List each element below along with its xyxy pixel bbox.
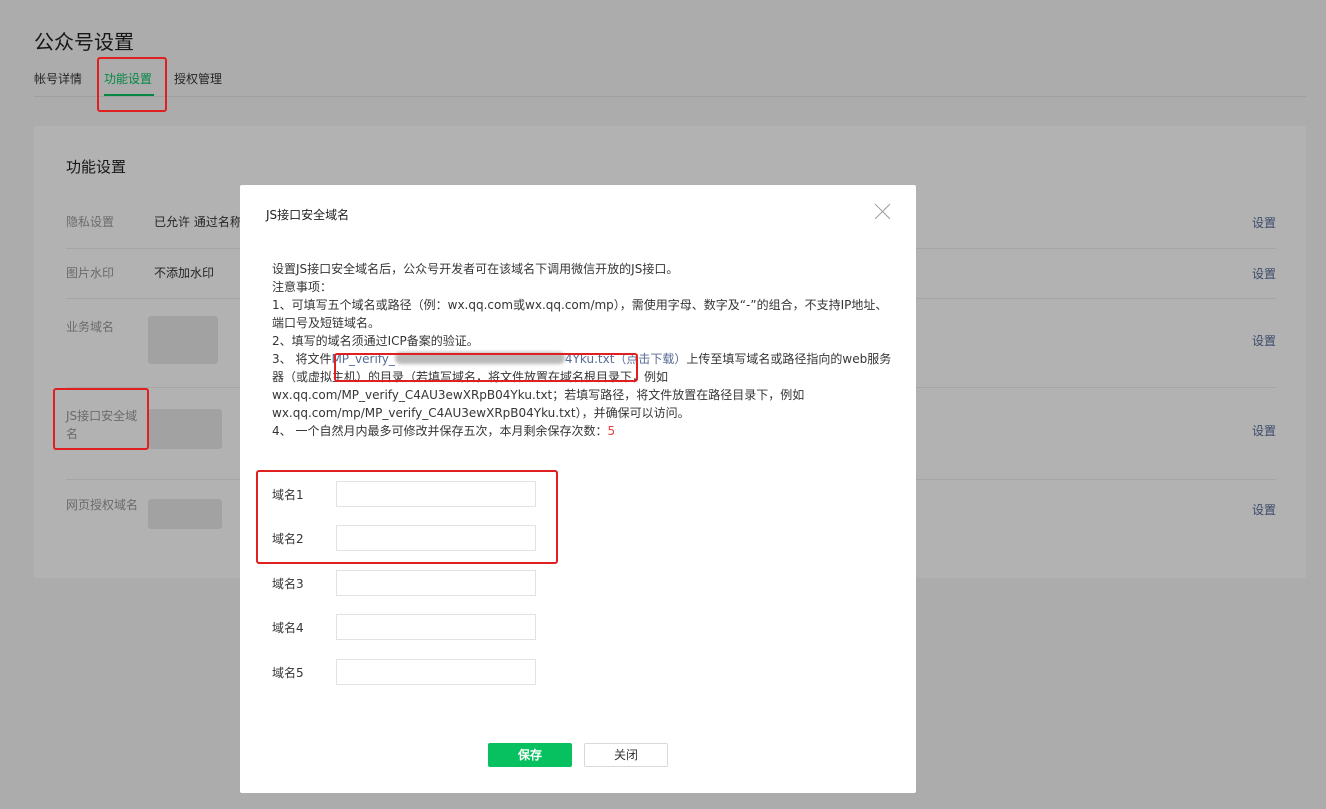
note-4: 4、 一个自然月内最多可修改并保存五次，本月剩余保存次数：5: [272, 422, 892, 440]
redacted-filename: [394, 352, 565, 364]
domain-label: 域名4: [272, 621, 304, 635]
domain-input-4[interactable]: [336, 614, 536, 640]
save-button[interactable]: 保存: [488, 743, 572, 767]
close-icon[interactable]: [874, 202, 892, 220]
domain-label: 域名5: [272, 666, 304, 680]
note-2: 2、填写的域名须通过ICP备案的验证。: [272, 334, 479, 348]
link-text-start: MP_verify_: [331, 352, 395, 366]
notes-label: 注意事项：: [272, 280, 333, 294]
note-3-prefix: 3、 将文件: [272, 352, 332, 366]
domain-row-2: 域名2: [272, 525, 572, 551]
verify-file-download-link[interactable]: MP_verify_ 4Yku.txt（点击下载）: [331, 352, 686, 366]
domain-label: 域名2: [272, 532, 304, 546]
domain-label: 域名3: [272, 577, 304, 591]
note-4-text: 4、 一个自然月内最多可修改并保存五次，本月剩余保存次数：: [272, 424, 608, 438]
domain-input-5[interactable]: [336, 659, 536, 685]
link-text-end: 4Yku.txt（点击下载）: [564, 352, 687, 366]
domain-row-4: 域名4: [272, 614, 572, 640]
note-3: 3、 将文件MP_verify_ 4Yku.txt（点击下载）上传至填写域名或路径…: [272, 350, 892, 422]
dialog-title: JS接口安全域名: [266, 208, 350, 222]
dialog-description: 设置JS接口安全域名后，公众号开发者可在该域名下调用微信开放的JS接口。 注意事…: [272, 260, 892, 440]
js-domain-dialog: JS接口安全域名 设置JS接口安全域名后，公众号开发者可在该域名下调用微信开放的…: [240, 185, 916, 793]
domain-row-1: 域名1: [272, 481, 572, 507]
note-1: 1、可填写五个域名或路径（例：wx.qq.com或wx.qq.com/mp），需…: [272, 298, 888, 330]
domain-input-2[interactable]: [336, 525, 536, 551]
domain-input-3[interactable]: [336, 570, 536, 596]
domain-row-5: 域名5: [272, 659, 572, 685]
domain-input-1[interactable]: [336, 481, 536, 507]
close-button[interactable]: 关闭: [584, 743, 668, 767]
intro-text: 设置JS接口安全域名后，公众号开发者可在该域名下调用微信开放的JS接口。: [272, 262, 679, 276]
domain-label: 域名1: [272, 488, 304, 502]
remaining-count: 5: [607, 424, 616, 438]
domain-row-3: 域名3: [272, 570, 572, 596]
